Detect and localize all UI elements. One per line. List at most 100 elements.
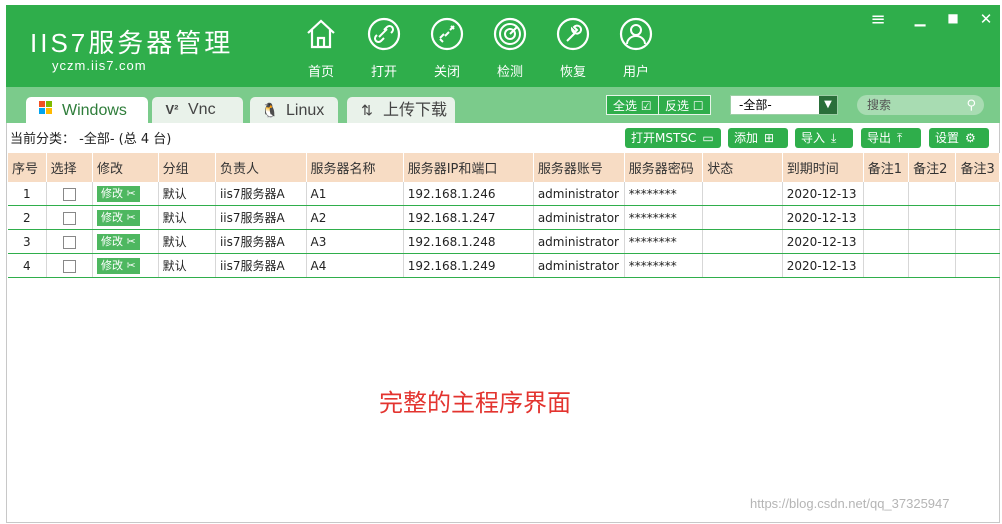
col-ip[interactable]: 服务器IP和端口 — [403, 153, 534, 182]
cell-password: ******** — [624, 253, 704, 278]
toolbar-home-button[interactable]: 首页 — [291, 17, 351, 80]
col-status[interactable]: 状态 — [702, 153, 783, 182]
edit-row-button[interactable]: 修改 ✂ — [96, 257, 140, 274]
cell-name: A1 — [306, 182, 404, 206]
settings-button[interactable]: 设置 ⚙ — [929, 128, 989, 148]
cell-note3 — [955, 229, 1000, 254]
col-note1[interactable]: 备注1 — [863, 153, 910, 182]
tab-linux-label: Linux — [286, 102, 325, 119]
col-account[interactable]: 服务器账号 — [533, 153, 625, 182]
radar-icon — [493, 17, 527, 51]
col-password[interactable]: 服务器密码 — [624, 153, 704, 182]
row-checkbox[interactable] — [62, 259, 76, 273]
add-icon: ⊞ — [764, 131, 775, 145]
edit-row-button[interactable]: 修改 ✂ — [96, 185, 140, 202]
row-checkbox[interactable] — [62, 211, 76, 225]
row-checkbox[interactable] — [62, 187, 76, 201]
cell-note3 — [955, 253, 1000, 278]
cell-note2 — [908, 229, 957, 254]
chevron-down-icon: ▼ — [819, 96, 837, 114]
col-owner[interactable]: 负责人 — [215, 153, 307, 182]
edit-label: 修改 — [100, 234, 123, 248]
cell-group: 默认 — [158, 229, 216, 254]
col-edit[interactable]: 修改 — [92, 153, 159, 182]
toolbar-user-button[interactable]: 用户 — [606, 17, 666, 80]
edit-label: 修改 — [100, 258, 123, 272]
toolbar-open-button[interactable]: 打开 — [354, 17, 414, 80]
download-icon: ⤓ — [831, 131, 837, 145]
open-mstsc-button[interactable]: 打开MSTSC ▭ — [625, 128, 721, 148]
toolbar-close-label: 关闭 — [433, 65, 460, 80]
group-select[interactable]: -全部- ▼ — [730, 95, 838, 115]
search-icon[interactable]: ⚲ — [966, 96, 976, 116]
col-note3[interactable]: 备注3 — [955, 153, 1000, 182]
cell-account: administrator — [533, 205, 625, 230]
table-row[interactable]: 3 修改 ✂ 默认 iis7服务器A A3 192.168.1.248 admi… — [8, 229, 1000, 254]
cell-name: A2 — [306, 205, 404, 230]
vnc-icon: V² — [165, 102, 179, 117]
search-input[interactable]: 搜索 ⚲ — [857, 95, 984, 115]
menu-icon[interactable]: ≡ — [869, 9, 887, 30]
cell-no: 4 — [8, 253, 47, 278]
group-select-value: -全部- — [739, 98, 772, 112]
invert-select-button[interactable]: 反选 ☐ — [658, 95, 711, 115]
cell-note3 — [955, 205, 1000, 230]
col-group[interactable]: 分组 — [158, 153, 216, 182]
tab-vnc-label: Vnc — [188, 101, 216, 118]
minimize-icon[interactable]: ▁ — [911, 11, 929, 27]
cell-ip: 192.168.1.247 — [403, 205, 534, 230]
cell-owner: iis7服务器A — [215, 253, 307, 278]
tab-strip: Windows V² Vnc 🐧 Linux ⇅ 上传下载 — [6, 87, 1000, 123]
cell-select — [46, 182, 93, 206]
tools-icon: ✂ — [126, 234, 136, 248]
tools-icon: ✂ — [126, 210, 136, 224]
unlink-icon — [430, 17, 464, 51]
edit-row-button[interactable]: 修改 ✂ — [96, 233, 140, 250]
cell-note1 — [863, 253, 910, 278]
tab-transfer-label: 上传下载 — [383, 102, 448, 119]
row-checkbox[interactable] — [62, 235, 76, 249]
toolbar-check-button[interactable]: 检测 — [480, 17, 540, 80]
close-window-icon[interactable]: ✕ — [977, 10, 995, 28]
tab-transfer[interactable]: ⇅ 上传下载 — [347, 97, 455, 123]
wrench-icon — [556, 17, 590, 51]
home-icon — [307, 19, 335, 49]
tab-linux[interactable]: 🐧 Linux — [250, 97, 338, 123]
table-row[interactable]: 4 修改 ✂ 默认 iis7服务器A A4 192.168.1.249 admi… — [8, 253, 1000, 278]
cell-group: 默认 — [158, 205, 216, 230]
toolbar-restore-button[interactable]: 恢复 — [543, 17, 603, 80]
cell-edit: 修改 ✂ — [92, 253, 159, 278]
col-expire[interactable]: 到期时间 — [782, 153, 864, 182]
table-row[interactable]: 1 修改 ✂ 默认 iis7服务器A A1 192.168.1.246 admi… — [8, 182, 1000, 206]
import-button[interactable]: 导入 ⤓ — [795, 128, 853, 148]
table-row[interactable]: 2 修改 ✂ 默认 iis7服务器A A2 192.168.1.247 admi… — [8, 205, 1000, 230]
toolbar-close-button[interactable]: 关闭 — [417, 17, 477, 80]
cell-account: administrator — [533, 182, 625, 206]
cell-ip: 192.168.1.248 — [403, 229, 534, 254]
transfer-icon: ⇅ — [361, 102, 373, 118]
maximize-icon[interactable]: ■ — [944, 11, 962, 25]
export-button[interactable]: 导出 ⤒ — [861, 128, 921, 148]
add-button[interactable]: 添加 ⊞ — [728, 128, 788, 148]
caption-text: 完整的主程序界面 — [379, 389, 571, 417]
cell-expire: 2020-12-13 — [782, 253, 864, 278]
cell-note2 — [908, 253, 957, 278]
cell-note2 — [908, 205, 957, 230]
app-logo: IIS7服务器管理 yczm.iis7.com — [30, 29, 233, 73]
select-all-button[interactable]: 全选 ☑ — [606, 95, 659, 115]
col-no[interactable]: 序号 — [8, 153, 47, 182]
select-all-label: 全选 — [613, 99, 638, 113]
cell-no: 2 — [8, 205, 47, 230]
edit-row-button[interactable]: 修改 ✂ — [96, 209, 140, 226]
col-select[interactable]: 选择 — [46, 153, 93, 182]
cell-password: ******** — [624, 182, 704, 206]
tab-vnc[interactable]: V² Vnc — [152, 97, 243, 123]
title-bar: IIS7服务器管理 yczm.iis7.com 首页 打开 关闭 检测 恢复 用… — [6, 5, 1000, 87]
upload-icon: ⤒ — [897, 131, 903, 145]
col-note2[interactable]: 备注2 — [908, 153, 957, 182]
tab-windows[interactable]: Windows — [26, 97, 148, 123]
import-label: 导入 — [801, 131, 826, 145]
open-mstsc-label: 打开MSTSC — [631, 131, 697, 145]
cell-owner: iis7服务器A — [215, 182, 307, 206]
col-name[interactable]: 服务器名称 — [306, 153, 404, 182]
